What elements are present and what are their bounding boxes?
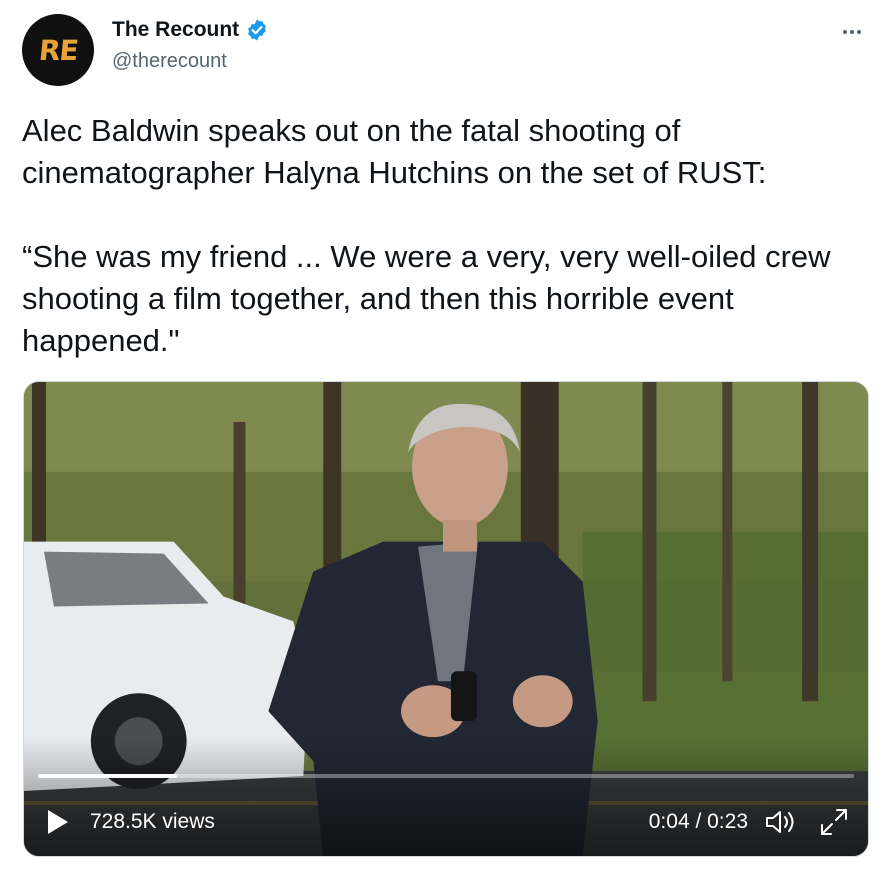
progress-bar[interactable] (38, 774, 854, 778)
view-count: 728.5K views (90, 810, 215, 833)
more-icon[interactable] (838, 22, 866, 42)
avatar-logo-text: RE (36, 33, 80, 67)
play-icon[interactable] (46, 808, 70, 836)
more-dot (857, 30, 861, 34)
handle[interactable]: @therecount (112, 50, 227, 73)
video-controls: 728.5K views 0:04 / 0:23 (24, 786, 868, 856)
verified-badge-icon (248, 19, 267, 41)
progress-fill (38, 774, 177, 778)
video-time: 0:04 / 0:23 (648, 810, 748, 833)
more-dot (843, 30, 847, 34)
avatar[interactable]: RE (22, 14, 94, 86)
expand-icon[interactable] (818, 806, 850, 838)
name-row: The Recount (112, 18, 269, 42)
tweet-text: Alec Baldwin speaks out on the fatal sho… (22, 113, 831, 358)
video-player[interactable]: 728.5K views 0:04 / 0:23 (23, 381, 869, 857)
more-dot (850, 30, 854, 34)
display-name[interactable]: The Recount (112, 18, 239, 42)
volume-icon[interactable] (764, 806, 798, 838)
